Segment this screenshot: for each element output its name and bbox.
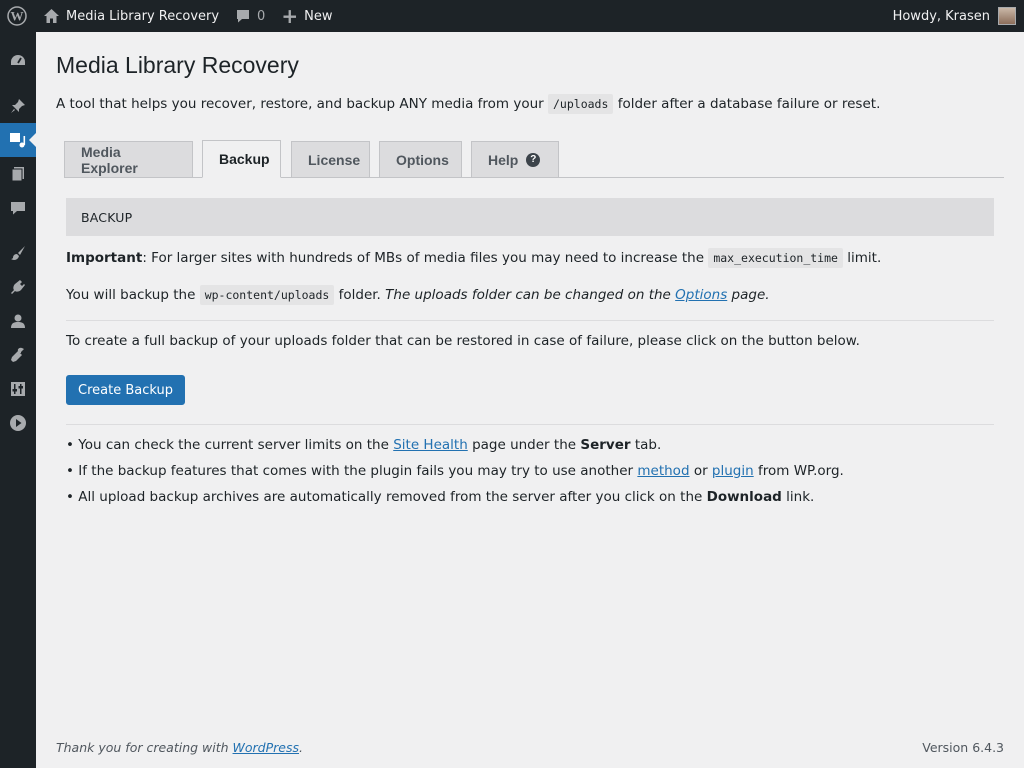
tab-media-explorer[interactable]: Media Explorer bbox=[64, 141, 193, 178]
pages-menu-item[interactable] bbox=[0, 157, 36, 191]
note-text: or bbox=[693, 463, 708, 479]
thanks-period: . bbox=[299, 740, 303, 755]
comment-icon bbox=[11, 202, 25, 215]
page-title: Media Library Recovery bbox=[56, 52, 299, 78]
wrench-icon bbox=[11, 347, 24, 362]
important-text-end: limit. bbox=[847, 250, 882, 266]
note-alternative-methods: • If the backup features that comes with… bbox=[66, 463, 844, 479]
wordpress-link[interactable]: WordPress bbox=[233, 740, 299, 755]
comment-bubble-icon bbox=[235, 8, 251, 24]
my-account-link[interactable]: Howdy, Krasen bbox=[893, 0, 1016, 32]
svg-text:W: W bbox=[11, 9, 24, 24]
tab-label: License bbox=[308, 151, 361, 168]
tab-backup[interactable]: Backup bbox=[202, 140, 281, 178]
note-text: from WP.org. bbox=[757, 463, 844, 479]
path-note: The uploads folder can be changed on the bbox=[385, 287, 671, 303]
new-content-link[interactable]: + New bbox=[273, 0, 340, 32]
note-archive-removal: • All upload backup archives are automat… bbox=[66, 489, 814, 505]
path-text: You will backup the bbox=[66, 287, 196, 303]
pushpin-icon bbox=[11, 99, 25, 113]
note-text: • If the backup features that comes with… bbox=[66, 463, 634, 479]
play-circle-icon bbox=[10, 415, 26, 431]
note-server-limits: • You can check the current server limit… bbox=[66, 437, 661, 453]
tab-label: Backup bbox=[219, 151, 270, 167]
plugins-menu-item[interactable] bbox=[0, 270, 36, 304]
server-tab-label: Server bbox=[580, 437, 631, 453]
thanks-text: Thank you for creating with bbox=[56, 740, 229, 755]
site-name-label: Media Library Recovery bbox=[66, 8, 220, 24]
plugin-link[interactable]: plugin bbox=[712, 463, 754, 479]
tab-options[interactable]: Options bbox=[379, 141, 462, 178]
divider bbox=[66, 320, 994, 321]
method-link[interactable]: method bbox=[637, 463, 689, 479]
important-text: : For larger sites with hundreds of MBs … bbox=[142, 250, 705, 266]
settings-menu-item[interactable] bbox=[0, 372, 36, 406]
note-text: link. bbox=[786, 489, 815, 505]
note-text: page under the bbox=[472, 437, 577, 453]
admin-menu bbox=[0, 32, 37, 768]
intro-text-end: folder after a database failure or reset… bbox=[617, 96, 881, 112]
admin-bar: W Media Library Recovery 0 + New Howdy, … bbox=[0, 0, 1024, 32]
backup-section-header: BACKUP bbox=[66, 198, 994, 236]
backup-path-notice: You will backup the wp-content/uploads f… bbox=[66, 285, 770, 305]
note-text: tab. bbox=[634, 437, 662, 453]
intro-text: A tool that helps you recover, restore, … bbox=[56, 96, 544, 112]
important-notice: Important: For larger sites with hundred… bbox=[66, 248, 882, 268]
download-label: Download bbox=[706, 489, 782, 505]
media-menu-item[interactable] bbox=[0, 123, 37, 157]
max-execution-time-code: max_execution_time bbox=[708, 248, 843, 268]
footer: Thank you for creating with WordPress. V… bbox=[56, 740, 1004, 755]
note-text: • You can check the current server limit… bbox=[66, 437, 389, 453]
tab-label: Help bbox=[488, 151, 519, 168]
settings-sliders-icon bbox=[11, 382, 25, 396]
appearance-menu-item[interactable] bbox=[0, 236, 36, 270]
options-link[interactable]: Options bbox=[675, 287, 727, 303]
uploads-code: /uploads bbox=[548, 94, 614, 114]
users-menu-item[interactable] bbox=[0, 304, 36, 338]
avatar bbox=[998, 7, 1016, 25]
page-description: A tool that helps you recover, restore, … bbox=[56, 94, 881, 114]
dashboard-menu-item[interactable] bbox=[0, 44, 36, 78]
important-label: Important bbox=[66, 250, 143, 266]
user-icon bbox=[11, 314, 25, 328]
question-mark-icon: ? bbox=[526, 152, 541, 167]
posts-menu-item[interactable] bbox=[0, 89, 36, 123]
new-label: New bbox=[304, 8, 333, 24]
create-backup-instructions: To create a full backup of your uploads … bbox=[66, 333, 860, 349]
plug-icon bbox=[11, 280, 25, 294]
tab-help[interactable]: Help? bbox=[471, 141, 559, 178]
path-note-end: page. bbox=[731, 287, 770, 303]
comments-menu-item[interactable] bbox=[0, 191, 36, 225]
wordpress-logo-icon: W bbox=[7, 6, 27, 26]
footer-version: Version 6.4.3 bbox=[922, 740, 1004, 755]
site-health-link[interactable]: Site Health bbox=[393, 437, 468, 453]
howdy-label: Howdy, Krasen bbox=[892, 8, 990, 24]
uploads-path-code: wp-content/uploads bbox=[199, 285, 335, 305]
tab-license[interactable]: License bbox=[291, 141, 370, 178]
home-icon bbox=[43, 8, 60, 24]
plus-icon: + bbox=[281, 4, 299, 28]
tools-menu-item[interactable] bbox=[0, 338, 36, 372]
site-name-link[interactable]: Media Library Recovery bbox=[35, 0, 227, 32]
dashboard-icon bbox=[11, 55, 25, 65]
pages-icon bbox=[11, 167, 24, 182]
wordpress-logo-button[interactable]: W bbox=[0, 0, 35, 32]
paintbrush-icon bbox=[11, 246, 25, 260]
nav-tabs: Media Explorer Backup License Options He… bbox=[64, 140, 1004, 178]
comments-link[interactable]: 0 bbox=[227, 0, 273, 32]
comments-count: 0 bbox=[257, 8, 266, 24]
path-text-end: folder. bbox=[338, 287, 381, 303]
note-text: • All upload backup archives are automat… bbox=[66, 489, 703, 505]
footer-thanks: Thank you for creating with WordPress. bbox=[56, 740, 303, 755]
tab-label: Media Explorer bbox=[81, 143, 138, 176]
collapse-menu-item[interactable] bbox=[0, 406, 36, 440]
media-icon bbox=[10, 133, 26, 148]
create-backup-button[interactable]: Create Backup bbox=[66, 375, 185, 405]
divider bbox=[66, 424, 994, 425]
tab-label: Options bbox=[396, 151, 449, 168]
